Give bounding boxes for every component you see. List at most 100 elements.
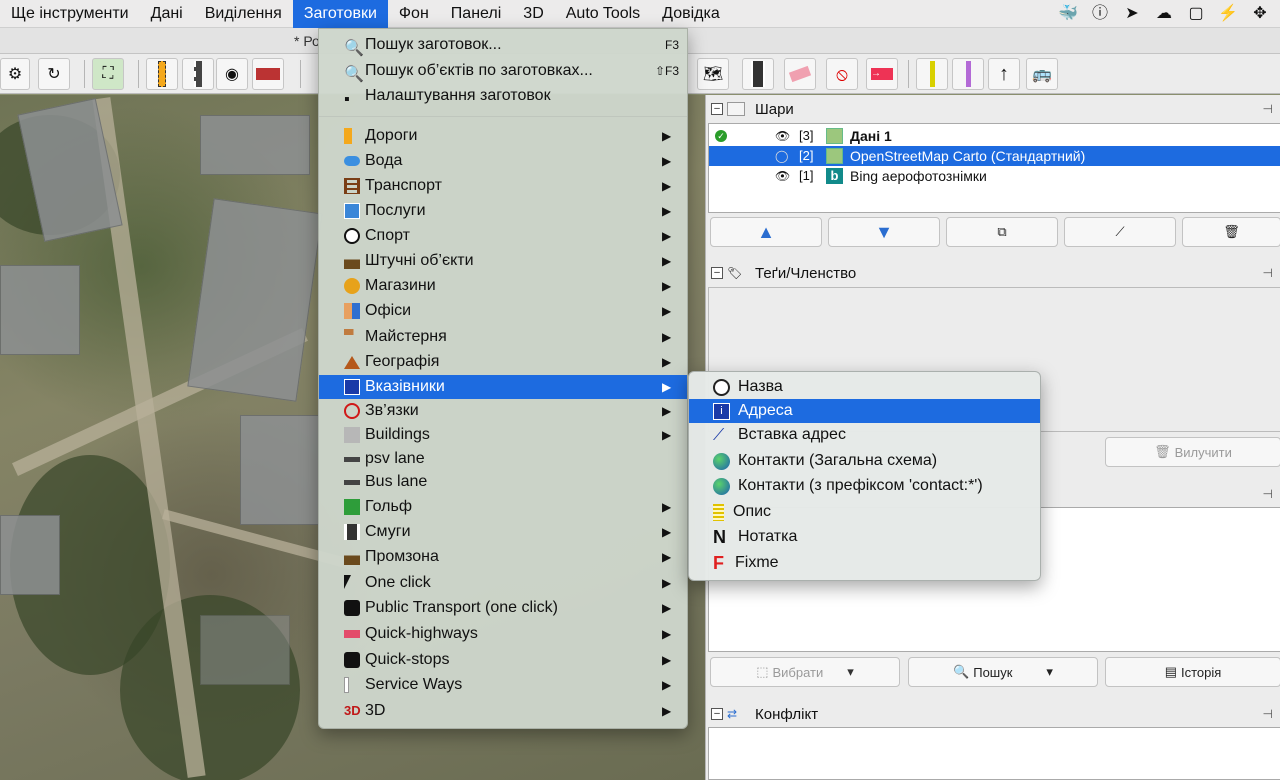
- menu-item-preset-group[interactable]: Гольф ▶: [319, 495, 687, 519]
- extensions-icon[interactable]: ✥: [1250, 4, 1270, 24]
- chevron-right-icon: ▶: [662, 601, 672, 615]
- layer-row[interactable]: 👁 [1] b Bing аерофотознімки: [709, 166, 1280, 186]
- menu-item-preset-preferences[interactable]: ▪ Налаштування заготовок: [319, 84, 687, 108]
- chevron-down-icon[interactable]: ▾: [1046, 664, 1053, 680]
- collapse-icon[interactable]: –: [711, 267, 723, 279]
- eye-hidden-icon[interactable]: ◯: [775, 146, 788, 166]
- menu-item-preset-group[interactable]: 3D 3D ▶: [319, 699, 687, 723]
- menu-item-preset-group[interactable]: Bus lane: [319, 470, 687, 494]
- lanes-icon: [344, 524, 360, 540]
- move-layer-down-button[interactable]: ▼: [828, 217, 940, 247]
- yellow-line-icon[interactable]: [916, 58, 948, 90]
- menu-presets[interactable]: Заготовки: [292, 0, 388, 28]
- delete-layer-button[interactable]: 🗑: [1182, 217, 1280, 247]
- square-icon[interactable]: ▢: [1186, 4, 1206, 24]
- eye-icon[interactable]: 👁: [775, 126, 790, 146]
- collapse-icon[interactable]: –: [711, 708, 723, 720]
- bolt-icon[interactable]: ⚡: [1218, 4, 1238, 24]
- collapse-icon[interactable]: –: [711, 103, 723, 115]
- submenu-item-address-interpolation[interactable]: ⟋ Вставка адрес: [689, 423, 1040, 447]
- menu-item-preset-group[interactable]: Public Transport (one click) ▶: [319, 596, 687, 620]
- menu-item-preset-group[interactable]: Смуги ▶: [319, 520, 687, 544]
- submenu-item-contacts-common[interactable]: Контакти (Загальна схема): [689, 449, 1040, 473]
- purple-line-icon[interactable]: [952, 58, 984, 90]
- layer-row[interactable]: ✓ 👁 [3] Дані 1: [709, 126, 1280, 146]
- move-layer-up-button[interactable]: ▲: [710, 217, 822, 247]
- no-u-turn-icon[interactable]: ⦸: [826, 58, 858, 90]
- delete-tag-button[interactable]: 🗑 Вилучити: [1105, 437, 1280, 467]
- menu-item-preset-group[interactable]: Штучні об’єкти ▶: [319, 249, 687, 273]
- toggle-visibility-button[interactable]: ⟋: [1064, 217, 1176, 247]
- menu-item-preset-group[interactable]: One click ▶: [319, 571, 687, 595]
- menu-item-preset-group[interactable]: Майстерня ▶: [319, 325, 687, 349]
- menu-item-preset-group[interactable]: Quick-stops ▶: [319, 648, 687, 672]
- road-grey-icon[interactable]: [182, 58, 214, 90]
- menu-selection[interactable]: Виділення: [194, 0, 293, 28]
- menu-item-search-presets[interactable]: 🔍 Пошук заготовок... F3: [319, 33, 687, 57]
- history-icon: ▤: [1164, 664, 1177, 679]
- tags-panel-header[interactable]: – 🏷 Теґи/Членство ⊣: [706, 260, 1280, 286]
- menu-item-preset-group[interactable]: psv lane: [319, 447, 687, 471]
- zoom-fit-icon[interactable]: ⛶: [92, 58, 124, 90]
- tool-icon[interactable]: ⚙: [0, 58, 30, 90]
- submenu-item-name[interactable]: Назва: [689, 375, 1040, 399]
- menu-item-preset-group[interactable]: Quick-highways ▶: [319, 622, 687, 646]
- submenu-item-contacts-prefix[interactable]: Контакти (з префіксом 'contact:*'): [689, 474, 1040, 498]
- menu-auto-tools[interactable]: Auto Tools: [555, 0, 651, 28]
- menu-item-preset-group[interactable]: Послуги ▶: [319, 199, 687, 223]
- menu-imagery[interactable]: Фон: [388, 0, 440, 28]
- road-yellow-icon[interactable]: [146, 58, 178, 90]
- menu-more-tools[interactable]: Ще інструменти: [0, 0, 140, 28]
- menu-help[interactable]: Довідка: [651, 0, 731, 28]
- menu-3d[interactable]: 3D: [512, 0, 554, 28]
- telegram-icon[interactable]: ➤: [1122, 4, 1142, 24]
- menu-item-preset-group[interactable]: Промзона ▶: [319, 545, 687, 569]
- menu-data[interactable]: Дані: [140, 0, 194, 28]
- refresh-icon[interactable]: ↻: [38, 58, 70, 90]
- layers-panel-header[interactable]: – Шари ⊣: [706, 96, 1280, 122]
- bus-icon[interactable]: 🚌: [1026, 58, 1058, 90]
- pin-icon[interactable]: ⊣: [1263, 102, 1273, 116]
- highway-arrow-icon[interactable]: →: [866, 58, 898, 90]
- menu-item-preset-group[interactable]: Вода ▶: [319, 149, 687, 173]
- lane-road-icon[interactable]: [742, 58, 774, 90]
- menu-item-preset-group[interactable]: Дороги ▶: [319, 124, 687, 148]
- chevron-down-icon[interactable]: ▾: [847, 664, 854, 680]
- map-paper-icon[interactable]: 🗺: [697, 58, 729, 90]
- roundabout-icon[interactable]: ◉: [216, 58, 248, 90]
- select-button[interactable]: ⬚ Вибрати ▾: [710, 657, 900, 687]
- merge-layers-button[interactable]: ⧉: [946, 217, 1058, 247]
- eye-icon[interactable]: 👁: [775, 166, 790, 186]
- bus-lane-icon: [344, 480, 360, 485]
- menu-item-preset-group[interactable]: Географія ▶: [319, 350, 687, 374]
- menu-windows[interactable]: Панелі: [440, 0, 513, 28]
- pin-icon[interactable]: ⊣: [1263, 487, 1273, 501]
- submenu-item-fixme[interactable]: F Fixme: [689, 551, 1040, 575]
- menu-item-search-objects-by-preset[interactable]: 🔍 Пошук об’єктів по заготовках... ⇧F3: [319, 59, 687, 83]
- building: [0, 515, 60, 595]
- menu-item-preset-group[interactable]: Service Ways ▶: [319, 673, 687, 697]
- history-button[interactable]: ▤ Історія: [1105, 657, 1280, 687]
- submenu-item-description[interactable]: Опис: [689, 500, 1040, 524]
- menu-item-preset-group[interactable]: Спорт ▶: [319, 224, 687, 248]
- ticket-icon[interactable]: [784, 58, 816, 90]
- menu-item-preset-group[interactable]: Buildings ▶: [319, 423, 687, 447]
- submenu-item-address[interactable]: i Адреса: [689, 399, 1040, 423]
- menu-item-preset-group[interactable]: Офіси ▶: [319, 299, 687, 323]
- menu-item-preset-group[interactable]: Вказівники ▶: [319, 375, 687, 399]
- cloud-icon[interactable]: ☁: [1154, 4, 1174, 24]
- docker-icon[interactable]: 🐳: [1058, 4, 1078, 24]
- menu-item-label: Пошук заготовок...: [365, 36, 502, 53]
- submenu-item-note[interactable]: N Нотатка: [689, 525, 1040, 549]
- layer-row[interactable]: ◯ [2] OpenStreetMap Carto (Стандартний): [709, 146, 1280, 166]
- pin-icon[interactable]: ⊣: [1263, 707, 1273, 721]
- menu-item-preset-group[interactable]: Зв’язки ▶: [319, 399, 687, 423]
- info-circle-icon[interactable]: ⓘ: [1090, 4, 1110, 24]
- menu-item-preset-group[interactable]: Транспорт ▶: [319, 174, 687, 198]
- arrow-up-icon[interactable]: ↑: [988, 58, 1020, 90]
- search-button[interactable]: 🔍 Пошук ▾: [908, 657, 1098, 687]
- menu-item-preset-group[interactable]: Магазини ▶: [319, 274, 687, 298]
- wall-icon[interactable]: [252, 58, 284, 90]
- conflict-panel-header[interactable]: – ⇄ Конфлікт ⊣: [706, 701, 1280, 727]
- pin-icon[interactable]: ⊣: [1263, 266, 1273, 280]
